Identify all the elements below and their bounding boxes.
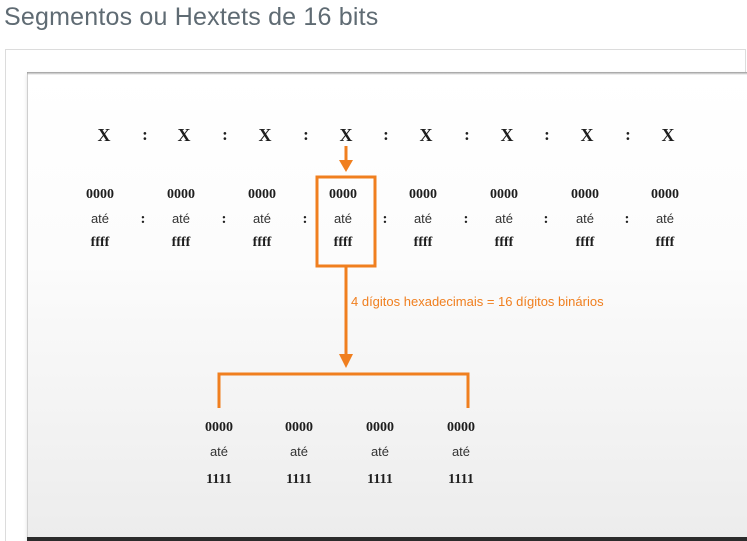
binary-to: até bbox=[451, 444, 471, 459]
binary-group-3: 0000 até 1111 bbox=[350, 419, 410, 489]
binary-high: 1111 bbox=[448, 472, 474, 487]
binary-group-1: 0000 até 1111 bbox=[189, 419, 249, 489]
binary-low: 0000 bbox=[366, 420, 394, 435]
binary-high: 1111 bbox=[206, 472, 232, 487]
binary-to: até bbox=[289, 444, 309, 459]
annotation-text: 4 dígitos hexadecimais = 16 dígitos biná… bbox=[351, 294, 604, 309]
binary-to: até bbox=[209, 444, 229, 459]
binary-low: 0000 bbox=[285, 420, 313, 435]
binary-group-4: 0000 até 1111 bbox=[431, 419, 491, 489]
binary-high: 1111 bbox=[286, 472, 312, 487]
binary-group-2: 0000 até 1111 bbox=[269, 419, 329, 489]
binary-high: 1111 bbox=[367, 472, 393, 487]
bracket bbox=[217, 372, 470, 408]
arrow-down-top-head bbox=[339, 160, 353, 172]
arrow-down-middle-head bbox=[339, 354, 353, 368]
binary-to: até bbox=[370, 444, 390, 459]
binary-low: 0000 bbox=[447, 420, 475, 435]
highlight-box bbox=[315, 175, 377, 268]
binary-low: 0000 bbox=[205, 420, 233, 435]
